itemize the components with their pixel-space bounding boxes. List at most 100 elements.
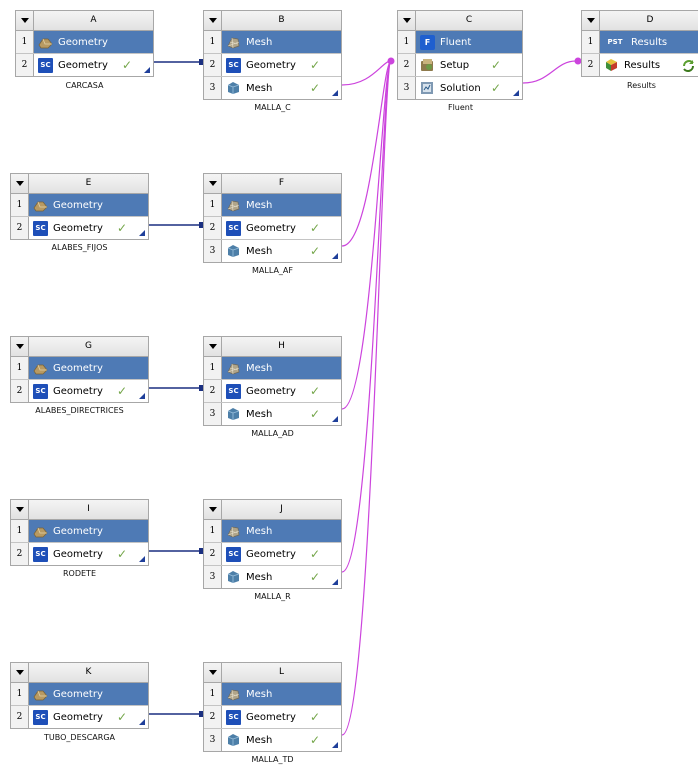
setup-cell[interactable]: Setup ✓ [416,54,522,76]
cell-label: Geometry [53,385,103,397]
cell-row[interactable]: 3 Mesh ✓ [204,403,341,425]
cell-row[interactable]: 1 Geometry [11,520,148,543]
cell-row[interactable]: 3 Mesh ✓ [204,240,341,262]
system-B[interactable]: B 1 Mesh 2 SC Geometry ✓ 3 Mesh ✓ [203,10,342,100]
system-menu-button[interactable] [11,663,29,682]
cell-row[interactable]: 2 Results [582,54,698,76]
system-menu-button[interactable] [204,11,222,30]
system-F[interactable]: F 1 Mesh 2 SC Geometry ✓ 3 Mesh ✓ [203,173,342,263]
cell-row[interactable]: 1 Geometry [11,194,148,217]
system-I[interactable]: I 1 Geometry 2 SC Geometry ✓ [10,499,149,566]
system-menu-button[interactable] [582,11,600,30]
cell-row[interactable]: 2 SC Geometry ✓ [11,217,148,239]
system-K[interactable]: K 1 Geometry 2 SC Geometry ✓ [10,662,149,729]
system-menu-button[interactable] [11,337,29,356]
cell-row[interactable]: 2 SC Geometry ✓ [11,380,148,402]
cell-row[interactable]: 1 Mesh [204,357,341,380]
system-header: F [204,174,341,194]
cell-row[interactable]: 3 Mesh ✓ [204,566,341,588]
cell-row[interactable]: 2 Setup ✓ [398,54,522,77]
system-A[interactable]: A 1 Geometry 2 SC Geometry ✓ [15,10,154,77]
cell-row[interactable]: 3 Solution ✓ [398,77,522,99]
solution-cell[interactable]: Solution ✓ [416,77,522,99]
system-title-cell[interactable]: Mesh [222,520,341,542]
cell-row[interactable]: 2 SC Geometry ✓ [11,543,148,565]
check-icon: ✓ [309,547,320,561]
cell-row[interactable]: 1 Mesh [204,31,341,54]
system-E[interactable]: E 1 Geometry 2 SC Geometry ✓ [10,173,149,240]
system-menu-button[interactable] [204,500,222,519]
system-menu-button[interactable] [11,174,29,193]
system-J[interactable]: J 1 Mesh 2 SC Geometry ✓ 3 Mesh ✓ [203,499,342,589]
cell-row[interactable]: 2 SC Geometry ✓ [16,54,153,76]
cell-row[interactable]: 3 Mesh ✓ [204,729,341,751]
geometry-cell[interactable]: SC Geometry ✓ [34,54,153,76]
cell-row[interactable]: 1 F Fluent [398,31,522,54]
system-G[interactable]: G 1 Geometry 2 SC Geometry ✓ [10,336,149,403]
system-title-cell[interactable]: PST Results [600,31,698,53]
system-name[interactable]: MALLA_C [203,103,342,112]
cell-row[interactable]: 1 Geometry [11,357,148,380]
system-name[interactable]: ALABES_FIJOS [10,243,149,252]
geometry-cell[interactable]: SC Geometry ✓ [222,543,341,565]
mesh-cell[interactable]: Mesh ✓ [222,77,341,99]
system-title-cell[interactable]: Geometry [29,683,148,705]
mesh-cell[interactable]: Mesh ✓ [222,403,341,425]
geometry-cell[interactable]: SC Geometry ✓ [29,217,148,239]
system-menu-button[interactable] [204,663,222,682]
system-title-cell[interactable]: F Fluent [416,31,522,53]
system-menu-button[interactable] [16,11,34,30]
mesh-cell[interactable]: Mesh ✓ [222,240,341,262]
system-menu-button[interactable] [11,500,29,519]
system-name[interactable]: MALLA_R [203,592,342,601]
system-menu-button[interactable] [204,337,222,356]
geometry-cell[interactable]: SC Geometry ✓ [29,380,148,402]
system-C[interactable]: C 1 F Fluent 2 Setup ✓ 3 Solution ✓ [397,10,523,100]
results-cell[interactable]: Results [600,54,698,76]
system-D[interactable]: D 1 PST Results 2 Results [581,10,698,77]
system-menu-button[interactable] [204,174,222,193]
system-title-cell[interactable]: Mesh [222,194,341,216]
cell-row[interactable]: 1 Mesh [204,683,341,706]
system-name[interactable]: CARCASA [15,81,154,90]
system-name[interactable]: TUBO_DESCARGA [10,733,149,742]
system-title-cell[interactable]: Mesh [222,683,341,705]
mesh-cell[interactable]: Mesh ✓ [222,729,341,751]
system-title-cell[interactable]: Geometry [29,194,148,216]
system-title-cell[interactable]: Mesh [222,357,341,379]
geometry-cell[interactable]: SC Geometry ✓ [29,543,148,565]
mesh-cell[interactable]: Mesh ✓ [222,566,341,588]
system-title-cell[interactable]: Geometry [29,520,148,542]
system-name[interactable]: MALLA_AF [203,266,342,275]
system-name[interactable]: Results [572,81,698,90]
system-menu-button[interactable] [398,11,416,30]
cell-row[interactable]: 2 SC Geometry ✓ [204,380,341,403]
system-name[interactable]: RODETE [10,569,149,578]
system-letter: D [646,15,654,25]
system-L[interactable]: L 1 Mesh 2 SC Geometry ✓ 3 Mesh ✓ [203,662,342,752]
system-title-cell[interactable]: Geometry [34,31,153,53]
system-name[interactable]: MALLA_TD [203,755,342,764]
system-name[interactable]: MALLA_AD [203,429,342,438]
system-name[interactable]: ALABES_DIRECTRICES [10,406,149,415]
cell-row[interactable]: 1 Mesh [204,520,341,543]
geometry-cell[interactable]: SC Geometry ✓ [222,54,341,76]
cell-row[interactable]: 2 SC Geometry ✓ [11,706,148,728]
geometry-cell[interactable]: SC Geometry ✓ [222,380,341,402]
cell-row[interactable]: 1 Geometry [11,683,148,706]
geometry-cell[interactable]: SC Geometry ✓ [222,217,341,239]
cell-row[interactable]: 1 Geometry [16,31,153,54]
cell-row[interactable]: 2 SC Geometry ✓ [204,54,341,77]
system-H[interactable]: H 1 Mesh 2 SC Geometry ✓ 3 Mesh ✓ [203,336,342,426]
geometry-cell[interactable]: SC Geometry ✓ [29,706,148,728]
cell-row[interactable]: 2 SC Geometry ✓ [204,706,341,729]
cell-row[interactable]: 1 Mesh [204,194,341,217]
system-title-cell[interactable]: Geometry [29,357,148,379]
system-title-cell[interactable]: Mesh [222,31,341,53]
geometry-cell[interactable]: SC Geometry ✓ [222,706,341,728]
cell-row[interactable]: 1 PST Results [582,31,698,54]
cell-row[interactable]: 2 SC Geometry ✓ [204,217,341,240]
system-name[interactable]: Fluent [391,103,530,112]
cell-row[interactable]: 3 Mesh ✓ [204,77,341,99]
cell-row[interactable]: 2 SC Geometry ✓ [204,543,341,566]
